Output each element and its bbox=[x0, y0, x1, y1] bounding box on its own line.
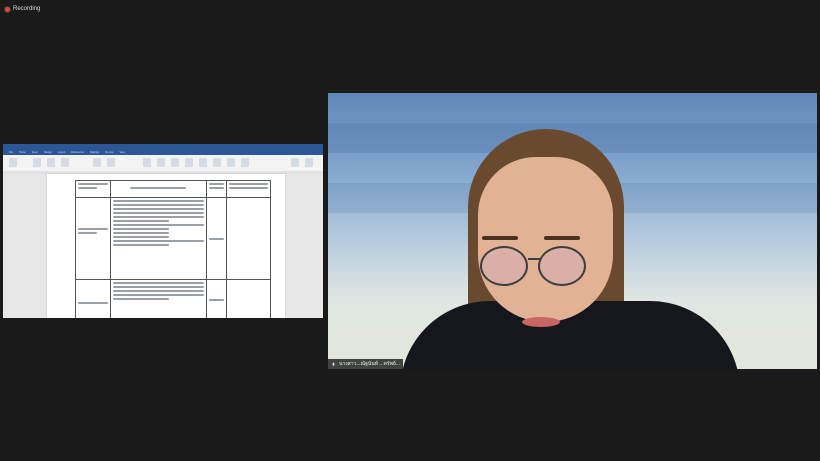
word-ribbon bbox=[3, 155, 323, 172]
table-header bbox=[75, 180, 111, 198]
ribbon-font-icon bbox=[61, 158, 69, 167]
ribbon-font-icon bbox=[33, 158, 41, 167]
table-header bbox=[206, 180, 227, 198]
ribbon-paragraph-icon bbox=[107, 158, 115, 167]
table-cell bbox=[109, 197, 208, 280]
recording-label: Recording bbox=[13, 6, 41, 12]
glasses-lens bbox=[480, 246, 528, 286]
table-cell bbox=[206, 197, 227, 280]
participant-name: นางสาว...ณัฐนันท์ ...ทรัพย์... bbox=[339, 361, 400, 367]
recording-indicator[interactable]: Recording bbox=[5, 4, 40, 14]
ribbon-font-icon bbox=[47, 158, 55, 167]
person-brow bbox=[544, 236, 580, 240]
table-cell bbox=[75, 197, 111, 280]
ribbon-style-icon bbox=[199, 158, 207, 167]
ribbon-style-icon bbox=[157, 158, 165, 167]
ribbon-style-icon bbox=[227, 158, 235, 167]
ribbon-style-icon bbox=[213, 158, 221, 167]
table-cell bbox=[75, 279, 111, 318]
glasses-lens bbox=[538, 246, 586, 286]
ribbon-style-icon bbox=[171, 158, 179, 167]
person-mouth bbox=[522, 317, 560, 327]
table-cell bbox=[225, 279, 272, 318]
person-brow bbox=[482, 236, 518, 240]
ribbon-style-icon bbox=[143, 158, 151, 167]
ribbon-paste-icon bbox=[9, 158, 17, 167]
ribbon-paragraph-icon bbox=[93, 158, 101, 167]
recording-dot-icon bbox=[5, 6, 10, 12]
mic-icon bbox=[331, 362, 336, 366]
glasses-bridge bbox=[528, 258, 540, 260]
word-title-bar bbox=[3, 144, 323, 151]
ribbon-style-icon bbox=[241, 158, 249, 167]
table-cell bbox=[206, 279, 227, 318]
document-table bbox=[75, 180, 272, 318]
table-header bbox=[109, 180, 208, 198]
shared-screen[interactable]: File Home Insert Design Layout Reference… bbox=[3, 144, 323, 318]
table-header bbox=[225, 180, 272, 198]
document-page bbox=[47, 174, 285, 318]
ribbon-find-icon bbox=[291, 158, 299, 167]
participant-name-tag: นางสาว...ณัฐนันท์ ...ทรัพย์... bbox=[328, 359, 403, 369]
ribbon-editor-icon bbox=[305, 158, 313, 167]
ribbon-style-icon bbox=[185, 158, 193, 167]
table-cell bbox=[109, 279, 208, 318]
document-area bbox=[3, 174, 323, 318]
table-cell bbox=[225, 197, 272, 280]
participant-video[interactable]: นางสาว...ณัฐนันท์ ...ทรัพย์... bbox=[328, 93, 817, 369]
